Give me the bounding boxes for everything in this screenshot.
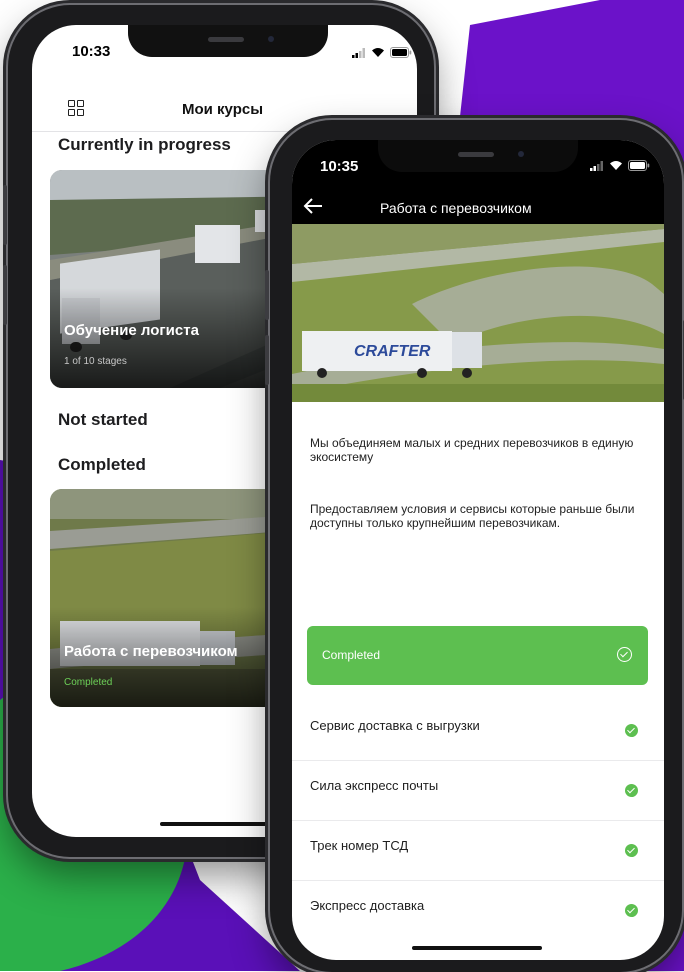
hero-photo: CRAFTER (292, 224, 664, 402)
check-icon (625, 844, 638, 857)
check-icon (625, 784, 638, 797)
lesson-label: Экспресс доставка (310, 898, 425, 913)
screen: 10:35 Работа с перевозчиком CRAFTER Мы о… (292, 140, 664, 960)
camera (268, 36, 274, 42)
notch (378, 140, 578, 172)
wifi-icon (372, 48, 384, 57)
volume-button (265, 335, 269, 385)
battery-icon (628, 160, 650, 171)
hero-image: CRAFTER (292, 224, 664, 402)
card-progress: 1 of 10 stages (64, 356, 127, 367)
signal-icon (352, 47, 365, 58)
status-icons (590, 160, 650, 171)
check-circle-icon (617, 647, 632, 662)
completed-status-bar[interactable]: Completed (307, 626, 648, 685)
lesson-label: Сила экспресс почты (310, 778, 439, 793)
lesson-item[interactable]: Экспресс доставка (292, 880, 664, 940)
status-time: 10:33 (72, 43, 111, 60)
truck-brand-logo: CRAFTER (354, 343, 431, 360)
check-icon (625, 724, 638, 737)
lesson-item[interactable]: Сила экспресс почты (292, 760, 664, 821)
home-indicator (412, 946, 542, 950)
notch (128, 25, 328, 57)
section-in-progress: Currently in progress (58, 135, 231, 154)
lesson-item[interactable]: Сервис доставка с выгрузки (292, 700, 664, 761)
lesson-label: Трек номер ТСД (310, 838, 409, 853)
back-arrow-icon[interactable] (302, 196, 324, 216)
speaker (458, 152, 494, 157)
section-not-started: Not started (58, 410, 148, 429)
status-icons (352, 47, 412, 58)
lesson-item[interactable]: Трек номер ТСД (292, 820, 664, 881)
status-time: 10:35 (320, 158, 359, 175)
check-icon (625, 904, 638, 917)
phone-course-details: 10:35 Работа с перевозчиком CRAFTER Мы о… (265, 120, 684, 972)
speaker (208, 37, 244, 42)
battery-icon (390, 47, 412, 58)
card-status: Completed (64, 677, 113, 688)
camera (518, 151, 524, 157)
grid-icon[interactable] (68, 100, 84, 116)
volume-button (3, 185, 7, 245)
page-title: Мои курсы (182, 101, 264, 118)
card-title: Работа с перевозчиком (64, 643, 238, 660)
page-title: Работа с перевозчиком (380, 200, 532, 216)
completed-label: Completed (322, 648, 381, 662)
wifi-icon (610, 161, 622, 170)
description-paragraph: Мы объединяем малых и средних перевозчик… (310, 436, 634, 464)
signal-icon (590, 160, 603, 171)
section-completed: Completed (58, 455, 146, 474)
card-title: Обучение логиста (64, 322, 199, 339)
volume-button (3, 265, 7, 325)
description-paragraph: Предоставляем условия и сервисы которые … (310, 502, 635, 530)
lesson-label: Сервис доставка с выгрузки (310, 718, 480, 733)
volume-button (265, 270, 269, 320)
